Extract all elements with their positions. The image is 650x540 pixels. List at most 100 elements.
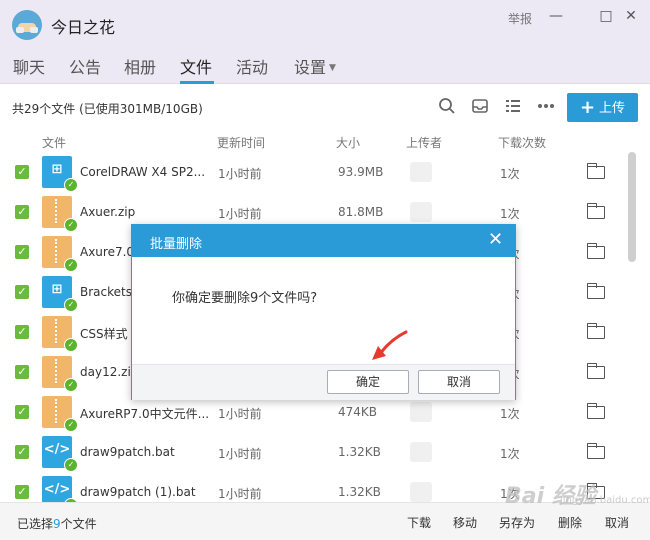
row-checkbox[interactable]: ✓ [15, 485, 29, 499]
column-uploader[interactable]: 上传者 [406, 134, 442, 151]
check-icon: ✓ [64, 258, 78, 272]
file-name[interactable]: CorelDRAW X4 SP2... [80, 165, 205, 179]
delete-button[interactable]: 删除 [558, 514, 582, 531]
confirm-button[interactable]: 确定 [327, 370, 409, 394]
row-checkbox[interactable]: ✓ [15, 205, 29, 219]
row-checkbox[interactable]: ✓ [15, 365, 29, 379]
file-name[interactable]: draw9patch (1).bat [80, 485, 196, 499]
maximize-icon[interactable]: □ [596, 6, 616, 26]
upload-label: 上传 [599, 101, 626, 116]
selection-count: 已选择9个文件 [17, 515, 97, 532]
save-as-button[interactable]: 另存为 [499, 514, 535, 531]
windows-app-icon: ⊞ ✓ [42, 156, 78, 192]
check-icon: ✓ [64, 458, 78, 472]
file-downloads: 1次 [500, 167, 520, 181]
file-downloads: 1次 [500, 447, 520, 461]
file-name[interactable]: draw9patch.bat [80, 445, 175, 459]
row-checkbox[interactable]: ✓ [15, 245, 29, 259]
chevron-down-icon: ▼ [329, 63, 336, 73]
file-toolbar: 共29个文件 (已使用301MB/10GB) + 上传 [0, 85, 650, 130]
check-icon: ✓ [64, 418, 78, 432]
file-count: 共29个文件 (已使用301MB/10GB) [12, 102, 203, 116]
upload-button[interactable]: + 上传 [567, 93, 638, 122]
group-title: 今日之花 [51, 18, 116, 37]
row-checkbox[interactable]: ✓ [15, 165, 29, 179]
row-checkbox[interactable]: ✓ [15, 445, 29, 459]
zip-file-icon: ✓ [42, 396, 78, 432]
title-bar: 今日之花 举报 — □ ✕ [0, 0, 650, 46]
uploader-avatar [410, 402, 432, 422]
list-view-icon[interactable] [503, 97, 523, 117]
row-checkbox[interactable]: ✓ [15, 405, 29, 419]
dialog-message: 你确定要删除9个文件吗? [172, 291, 318, 306]
file-name[interactable]: Axuer.zip [80, 205, 135, 219]
file-name[interactable]: AxureRP7.0中文元件... [80, 405, 209, 422]
file-size: 93.9MB [338, 165, 384, 179]
minimize-icon[interactable]: — [546, 6, 566, 26]
check-icon: ✓ [64, 298, 78, 312]
dialog-footer: 确定 取消 [132, 364, 515, 400]
selection-prefix: 已选择 [17, 517, 54, 531]
folder-icon[interactable] [586, 163, 605, 179]
uploader-avatar [410, 482, 432, 502]
file-downloads: 1次 [500, 407, 520, 421]
file-row[interactable]: ✓ ⊞ ✓ CorelDRAW X4 SP2... 1小时前 93.9MB 1次 [0, 152, 625, 192]
file-updated: 1小时前 [218, 447, 262, 461]
file-name[interactable]: Axure7.0 [80, 245, 134, 259]
inbox-icon[interactable] [470, 97, 490, 117]
file-size: 81.8MB [338, 205, 384, 219]
file-updated: 1小时前 [218, 207, 262, 221]
file-name[interactable]: CSS样式 [80, 325, 128, 342]
code-file-icon: </>✓ [42, 436, 78, 472]
column-file[interactable]: 文件 [42, 134, 66, 151]
cancel-selection-button[interactable]: 取消 [605, 514, 629, 531]
check-icon: ✓ [64, 338, 78, 352]
active-tab-indicator [180, 81, 214, 84]
move-button[interactable]: 移动 [453, 514, 477, 531]
file-updated: 1小时前 [218, 487, 262, 501]
tab-files[interactable]: 文件 [180, 54, 212, 78]
file-name[interactable]: day12.zip [80, 365, 138, 379]
zip-file-icon: ✓ [42, 356, 78, 392]
tab-album[interactable]: 相册 [124, 54, 156, 78]
file-row[interactable]: ✓ </> ✓ draw9patch.bat 1小时前 1.32KB 1次 [0, 432, 625, 472]
plus-icon: + [579, 97, 596, 118]
close-icon[interactable]: ✕ [621, 6, 641, 26]
tab-settings[interactable]: 设置 ▼ [294, 54, 336, 78]
report-button[interactable]: 举报 [508, 10, 532, 27]
search-icon[interactable] [437, 97, 457, 117]
scrollbar[interactable] [628, 152, 636, 262]
row-checkbox[interactable]: ✓ [15, 325, 29, 339]
uploader-avatar [410, 442, 432, 462]
cancel-button[interactable]: 取消 [418, 370, 500, 394]
column-updated[interactable]: 更新时间 [217, 134, 265, 151]
file-updated: 1小时前 [218, 407, 262, 421]
row-checkbox[interactable]: ✓ [15, 285, 29, 299]
column-size[interactable]: 大小 [336, 134, 360, 151]
selection-number: 9 [53, 517, 61, 531]
close-icon[interactable]: ✕ [488, 229, 503, 251]
tab-activities[interactable]: 活动 [236, 54, 268, 78]
file-name[interactable]: Brackets. [80, 285, 136, 299]
check-icon: ✓ [64, 378, 78, 392]
more-icon[interactable] [536, 97, 556, 117]
tab-settings-label: 设置 [294, 58, 327, 77]
folder-icon[interactable] [586, 323, 605, 339]
tab-chat[interactable]: 聊天 [13, 54, 45, 78]
selection-suffix: 个文件 [60, 517, 97, 531]
annotation-arrow-icon [372, 330, 408, 360]
folder-icon[interactable] [586, 283, 605, 299]
dialog-title: 批量删除 [150, 237, 203, 252]
file-updated: 1小时前 [218, 167, 262, 181]
folder-icon[interactable] [586, 363, 605, 379]
column-downloads[interactable]: 下载次数 [498, 134, 546, 151]
folder-icon[interactable] [586, 403, 605, 419]
download-button[interactable]: 下载 [407, 514, 431, 531]
tab-bar: 聊天 公告 相册 文件 活动 设置 ▼ [0, 46, 650, 84]
folder-icon[interactable] [586, 203, 605, 219]
folder-icon[interactable] [586, 243, 605, 259]
folder-icon[interactable] [586, 443, 605, 459]
tab-announcements[interactable]: 公告 [69, 54, 101, 78]
group-avatar[interactable] [12, 10, 42, 40]
check-icon: ✓ [64, 178, 78, 192]
